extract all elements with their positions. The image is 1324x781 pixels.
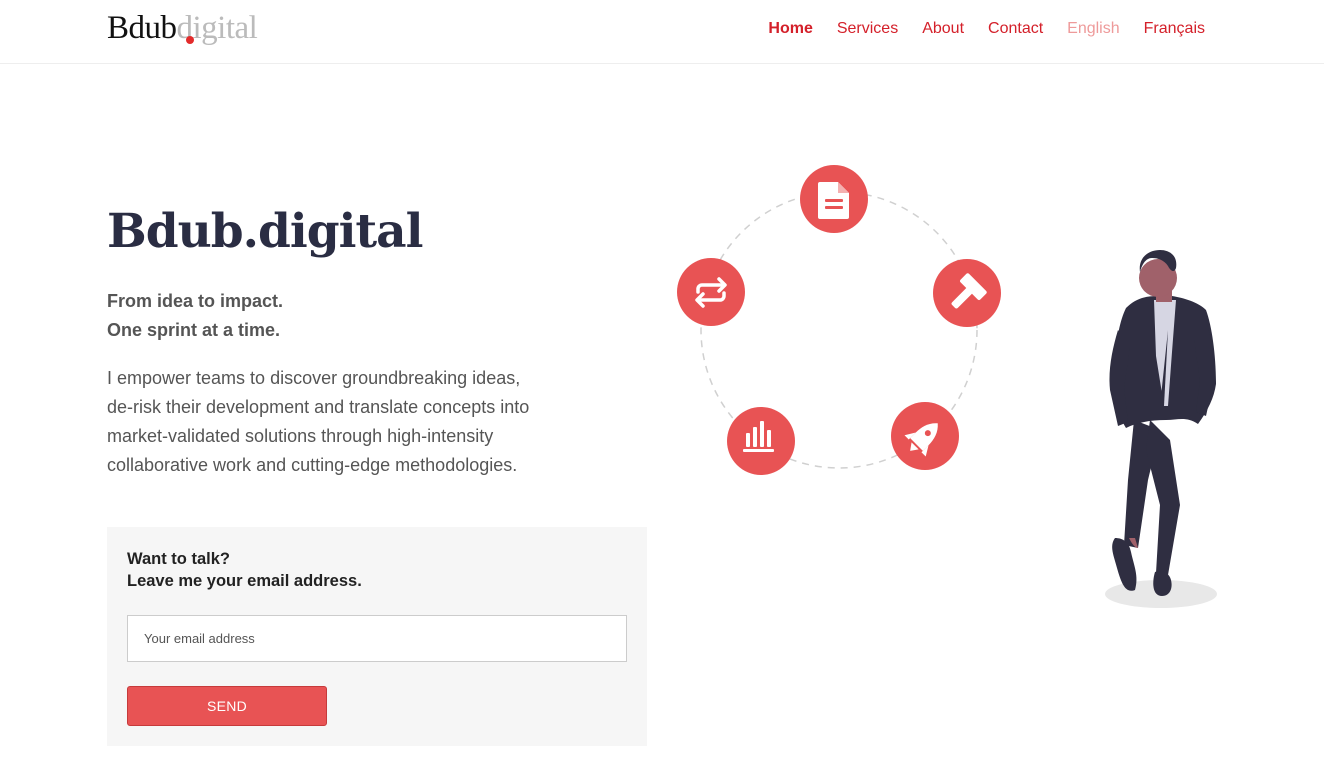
nav-contact-link[interactable]: Contact xyxy=(988,20,1043,38)
send-button[interactable]: SEND xyxy=(127,686,327,726)
contact-heading: Want to talk? Leave me your email addres… xyxy=(127,548,362,592)
person-illustration xyxy=(1105,250,1217,608)
document-icon xyxy=(800,165,868,233)
process-cycle-illustration xyxy=(677,165,1001,475)
repeat-icon xyxy=(677,258,745,326)
nav-english-link[interactable]: English xyxy=(1067,20,1119,38)
nav-francais-link[interactable]: Français xyxy=(1144,20,1205,38)
main-nav: Home Services About Contact English Fran… xyxy=(768,20,1205,38)
hero-intro: I empower teams to discover groundbreaki… xyxy=(107,368,530,475)
nav-about-link[interactable]: About xyxy=(922,20,964,38)
site-header: Bdubdigital Home Services About Contact … xyxy=(0,0,1324,64)
logo-main: Bdub xyxy=(107,10,177,46)
rocket-icon xyxy=(891,402,959,470)
site-logo[interactable]: Bdubdigital xyxy=(107,10,258,47)
nav-home-link[interactable]: Home xyxy=(768,20,812,38)
bar-chart-icon xyxy=(727,407,795,475)
nav-services-link[interactable]: Services xyxy=(837,20,898,38)
tagline-line-1: From idea to impact. xyxy=(107,291,284,311)
hero-title: Bdub.digital xyxy=(107,204,423,259)
contact-form: Want to talk? Leave me your email addres… xyxy=(107,527,647,746)
hero-tagline: From idea to impact. One sprint at a tim… xyxy=(107,287,283,345)
hammer-icon xyxy=(933,259,1001,327)
contact-heading-line-2: Leave me your email address. xyxy=(127,572,362,590)
contact-heading-line-1: Want to talk? xyxy=(127,550,230,568)
tagline-line-2: One sprint at a time. xyxy=(107,320,281,340)
email-input[interactable] xyxy=(127,615,627,662)
logo-dot-icon xyxy=(186,36,194,44)
